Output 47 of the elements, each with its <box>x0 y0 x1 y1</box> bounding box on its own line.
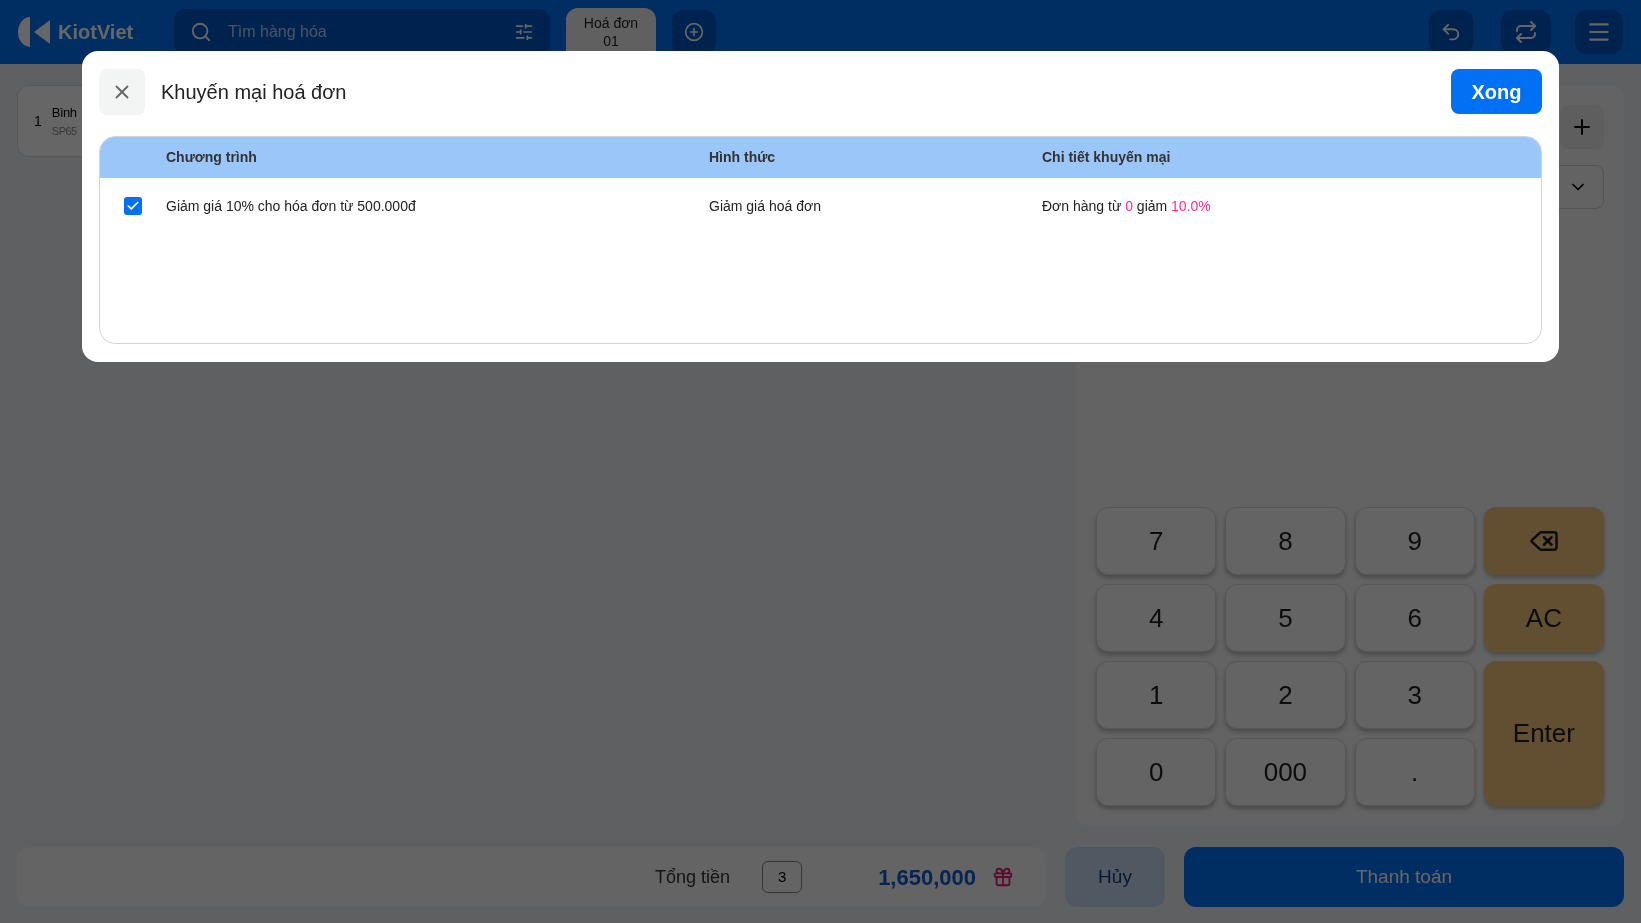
row-checkbox[interactable] <box>124 197 142 215</box>
logo-icon <box>18 17 50 47</box>
enter-key[interactable]: Enter <box>1483 661 1604 806</box>
swap-icon <box>1514 20 1538 44</box>
number-key[interactable]: 4 <box>1096 584 1217 652</box>
number-key[interactable]: 9 <box>1354 507 1475 575</box>
column-header: Chương trình <box>166 148 257 167</box>
add-button[interactable] <box>1560 105 1604 149</box>
filter-icon <box>514 22 534 42</box>
clear-key[interactable]: AC <box>1483 584 1604 652</box>
check-icon <box>126 199 140 213</box>
search-icon <box>190 21 212 43</box>
add-tab-button[interactable] <box>672 10 716 54</box>
backspace-key[interactable] <box>1483 507 1604 575</box>
column-header: Hình thức <box>709 148 776 167</box>
total-label: Tổng tiền <box>655 865 731 889</box>
column-header: Chi tiết khuyến mại <box>1042 148 1171 167</box>
plus-circle-icon <box>684 22 704 42</box>
quantity-count: 3 <box>762 861 803 893</box>
promotion-detail: Đơn hàng từ 0 giảm 10.0% <box>1042 196 1211 216</box>
number-key[interactable]: 5 <box>1225 584 1346 652</box>
dialog-title: Khuyến mại hoá đơn <box>161 79 347 105</box>
logo-text: KiotViet <box>58 20 134 45</box>
number-key[interactable]: 6 <box>1354 584 1475 652</box>
undo-button[interactable] <box>1429 10 1473 54</box>
number-key[interactable]: 2 <box>1225 661 1346 729</box>
number-key[interactable]: 000 <box>1225 738 1346 806</box>
number-key[interactable]: 1 <box>1096 661 1217 729</box>
total-amount: 1,650,000 <box>878 863 976 892</box>
number-key[interactable]: 3 <box>1354 661 1475 729</box>
done-button[interactable]: Xong <box>1451 69 1542 114</box>
search-input[interactable]: Tìm hàng hóa <box>228 20 498 44</box>
cancel-button[interactable]: Hủy <box>1065 847 1165 907</box>
menu-button[interactable] <box>1575 10 1623 54</box>
close-button[interactable] <box>99 68 145 115</box>
gift-icon <box>992 866 1014 888</box>
number-key[interactable]: . <box>1354 738 1475 806</box>
swap-button[interactable] <box>1501 10 1551 54</box>
undo-icon <box>1440 21 1462 43</box>
item-index: 1 <box>34 111 42 131</box>
number-key[interactable]: 7 <box>1096 507 1217 575</box>
pay-button[interactable]: Thanh toán <box>1184 847 1624 907</box>
number-key[interactable]: 8 <box>1225 507 1346 575</box>
item-name: Bình <box>51 104 77 122</box>
promotion-type: Giảm giá hoá đơn <box>709 196 821 216</box>
program-name: Giảm giá 10% cho hóa đơn từ 500.000đ <box>166 196 416 216</box>
number-key[interactable]: 0 <box>1096 738 1217 806</box>
